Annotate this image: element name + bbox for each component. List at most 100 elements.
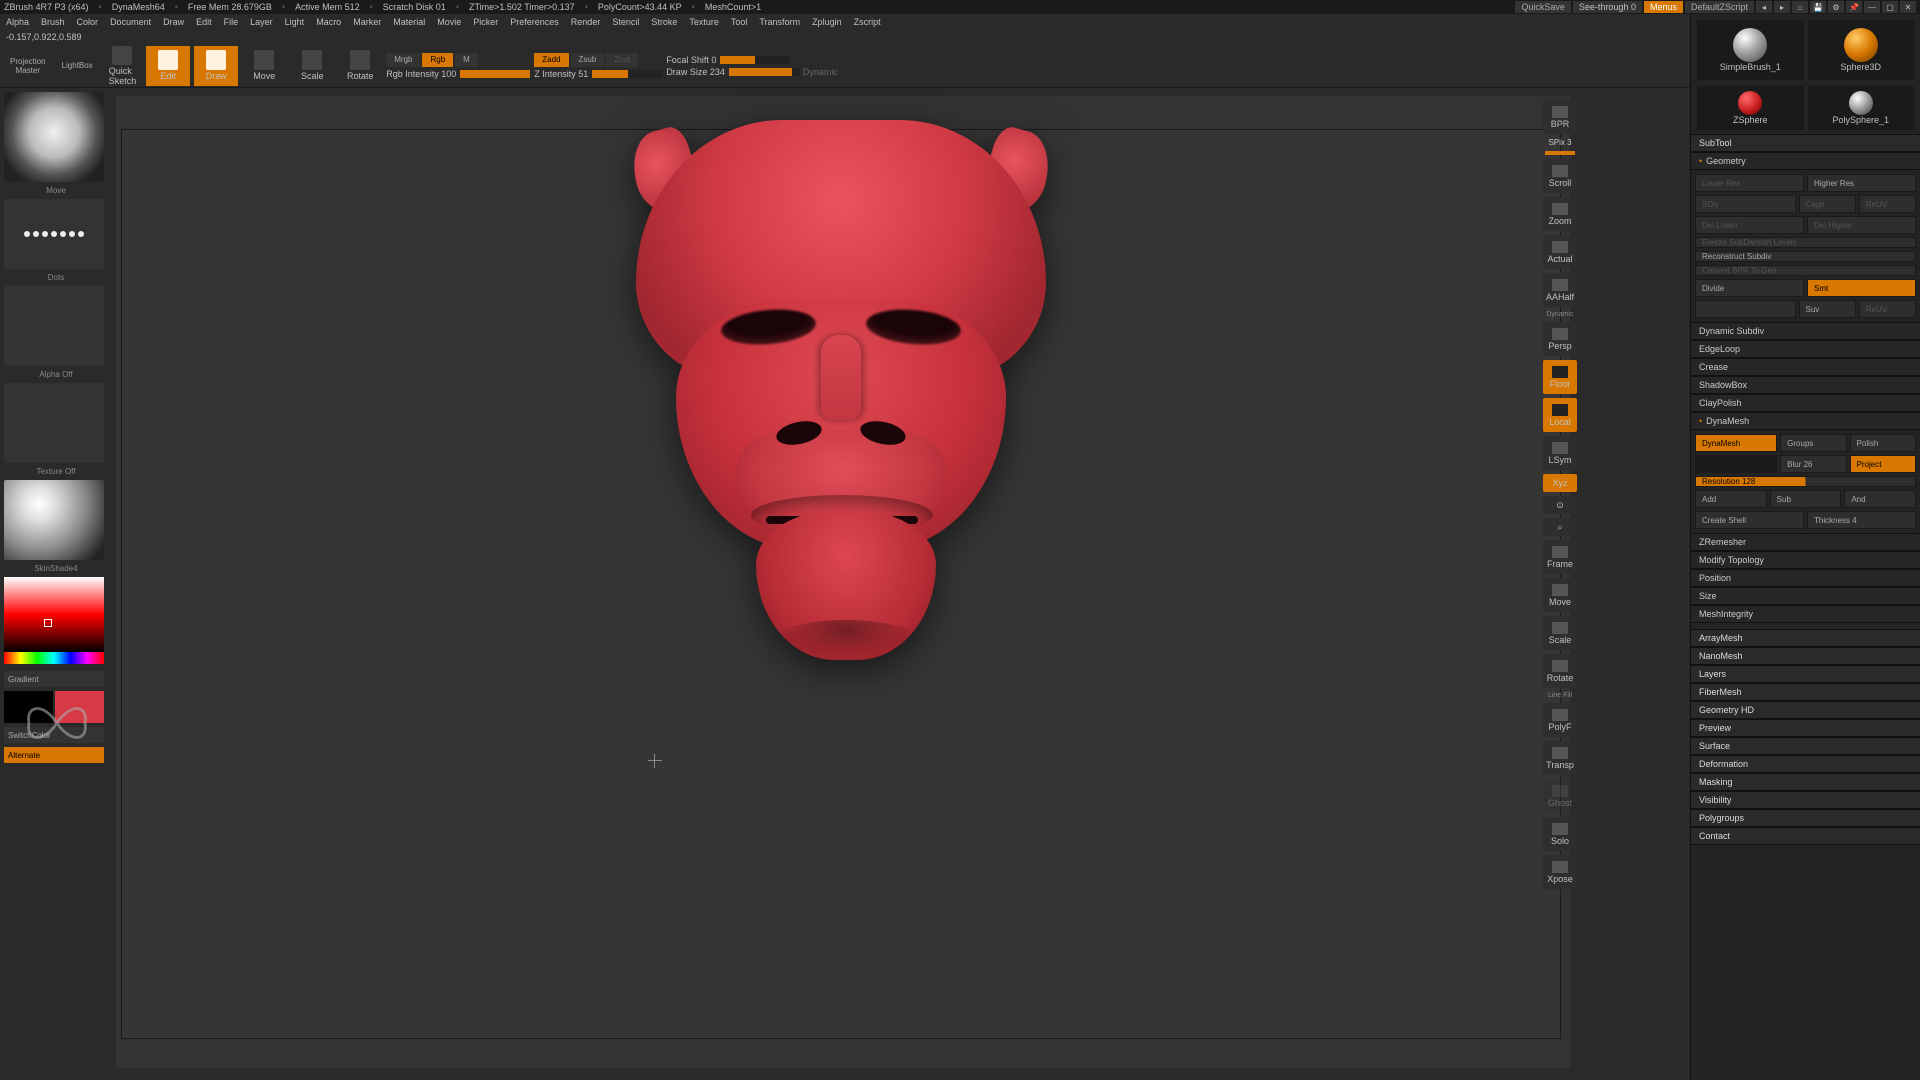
smt-button[interactable]: Smt <box>1807 279 1916 297</box>
rgb-button[interactable]: Rgb <box>422 53 453 67</box>
deformation-header[interactable]: Deformation <box>1691 755 1920 773</box>
menu-texture[interactable]: Texture <box>689 17 719 27</box>
position-header[interactable]: Position <box>1691 569 1920 587</box>
xpose-button[interactable]: Xpose <box>1543 855 1577 889</box>
arraymesh-header[interactable]: ArrayMesh <box>1691 629 1920 647</box>
size-header[interactable]: Size <box>1691 587 1920 605</box>
frame-button[interactable]: Frame <box>1543 540 1577 574</box>
menu-movie[interactable]: Movie <box>437 17 461 27</box>
color-handle[interactable] <box>44 619 52 627</box>
modify-topology-header[interactable]: Modify Topology <box>1691 551 1920 569</box>
zsub-button[interactable]: Zsub <box>571 53 605 67</box>
scroll-button[interactable]: Scroll <box>1543 159 1577 193</box>
menu-alpha[interactable]: Alpha <box>6 17 29 27</box>
project-button[interactable]: Project <box>1850 455 1916 473</box>
nav-move-button[interactable]: Move <box>1543 578 1577 612</box>
del-lower-button[interactable]: Del Lower <box>1695 216 1804 234</box>
del-higher-button[interactable]: Del Higher <box>1807 216 1916 234</box>
menu-zscript[interactable]: Zscript <box>854 17 881 27</box>
menu-material[interactable]: Material <box>393 17 425 27</box>
quick-sketch-button[interactable]: Quick Sketch <box>103 46 143 86</box>
menu-document[interactable]: Document <box>110 17 151 27</box>
freeze-subdiv-button[interactable]: Freeze SubDivision Levels <box>1695 237 1916 248</box>
visibility-header[interactable]: Visibility <box>1691 791 1920 809</box>
reconstruct-subdiv-button[interactable]: Reconstruct Subdiv <box>1695 251 1916 262</box>
focal-shift[interactable]: Focal Shift 0 <box>666 55 716 65</box>
close-icon[interactable]: ✕ <box>1900 1 1916 13</box>
bpr-button[interactable]: BPR <box>1543 100 1577 134</box>
nav-rotate-button[interactable]: Rotate <box>1543 654 1577 688</box>
z-intensity-slider[interactable] <box>592 70 662 78</box>
menu-preferences[interactable]: Preferences <box>510 17 559 27</box>
mrgb-button[interactable]: Mrgb <box>386 53 420 67</box>
edgeloop-header[interactable]: EdgeLoop <box>1691 340 1920 358</box>
brush-thumbnail[interactable] <box>4 92 104 182</box>
floor-button[interactable]: Floor <box>1543 360 1577 394</box>
arrow-left-icon[interactable]: ◂ <box>1756 1 1772 13</box>
hue-strip[interactable] <box>4 652 104 664</box>
dynamesh-header[interactable]: DynaMesh <box>1691 412 1920 430</box>
dynamic-subdiv-header[interactable]: Dynamic Subdiv <box>1691 322 1920 340</box>
solo-button[interactable]: Solo <box>1543 817 1577 851</box>
menu-picker[interactable]: Picker <box>473 17 498 27</box>
higher-res-button[interactable]: Higher Res <box>1807 174 1916 192</box>
lsym-button[interactable]: LSym <box>1543 436 1577 470</box>
xyz-button[interactable]: Xyz <box>1543 474 1577 492</box>
persp-button[interactable]: Persp <box>1543 322 1577 356</box>
reuv-button[interactable]: ReUV <box>1859 195 1916 213</box>
canvas[interactable] <box>116 88 1570 1068</box>
zcut-button[interactable]: Zcut <box>606 53 638 67</box>
alpha-thumbnail[interactable] <box>4 286 104 366</box>
menu-layer[interactable]: Layer <box>250 17 273 27</box>
polyf-button[interactable]: PolyF <box>1543 703 1577 737</box>
edit-button[interactable]: Edit <box>146 46 190 86</box>
tool-thumb-2[interactable]: Sphere3D <box>1808 20 1915 80</box>
suv-button[interactable]: Suv <box>1799 300 1856 318</box>
claypolish-header[interactable]: ClayPolish <box>1691 394 1920 412</box>
quicksave-button[interactable]: QuickSave <box>1515 1 1571 13</box>
dynamic-toggle[interactable]: Dynamic <box>803 67 838 77</box>
menu-light[interactable]: Light <box>285 17 305 27</box>
polish-button[interactable]: Polish <box>1850 434 1916 452</box>
magnify-button[interactable]: ⌕ <box>1543 518 1577 536</box>
actual-button[interactable]: Actual <box>1543 235 1577 269</box>
drawsize-slider[interactable] <box>729 68 799 76</box>
menu-stencil[interactable]: Stencil <box>612 17 639 27</box>
reuv2-button[interactable]: ReUV <box>1859 300 1916 318</box>
menu-marker[interactable]: Marker <box>353 17 381 27</box>
center-button[interactable]: ⊙ <box>1543 496 1577 514</box>
material-thumbnail[interactable] <box>4 480 104 560</box>
divide-button[interactable]: Divide <box>1695 279 1804 297</box>
menu-zplugin[interactable]: Zplugin <box>812 17 842 27</box>
rgb-intensity[interactable]: Rgb Intensity 100 <box>386 69 456 79</box>
subtool-header[interactable]: SubTool <box>1691 134 1920 152</box>
tool-thumb-1[interactable]: SimpleBrush_1 <box>1697 20 1804 80</box>
menu-draw[interactable]: Draw <box>163 17 184 27</box>
local-button[interactable]: Local <box>1543 398 1577 432</box>
gradient-button[interactable]: Gradient <box>4 671 104 687</box>
scale-button[interactable]: Scale <box>290 46 334 86</box>
resolution-slider[interactable]: Resolution 128 <box>1695 476 1916 487</box>
lightbox-button[interactable]: LightBox <box>56 46 99 86</box>
surface-header[interactable]: Surface <box>1691 737 1920 755</box>
menu-tool[interactable]: Tool <box>731 17 748 27</box>
sub-button[interactable]: Sub <box>1770 490 1842 508</box>
menus-button[interactable]: Menus <box>1644 1 1683 13</box>
spix-label[interactable]: SPix 3 <box>1548 138 1571 147</box>
maximize-icon[interactable]: ▢ <box>1882 1 1898 13</box>
sdiv-slider[interactable]: SDiv <box>1695 195 1796 213</box>
dynamesh-button[interactable]: DynaMesh <box>1695 434 1777 452</box>
add-button[interactable]: Add <box>1695 490 1767 508</box>
menu-brush[interactable]: Brush <box>41 17 65 27</box>
create-shell-button[interactable]: Create Shell <box>1695 511 1804 529</box>
ghost-button[interactable]: Ghost <box>1543 779 1577 813</box>
preview-header[interactable]: Preview <box>1691 719 1920 737</box>
color-picker[interactable] <box>4 577 104 667</box>
menu-transform[interactable]: Transform <box>759 17 800 27</box>
tool-thumb-4[interactable]: PolySphere_1 <box>1808 86 1915 130</box>
menu-color[interactable]: Color <box>77 17 99 27</box>
spix-slider[interactable] <box>1545 151 1575 155</box>
and-button[interactable]: And <box>1844 490 1916 508</box>
zadd-button[interactable]: Zadd <box>534 53 568 67</box>
aahalf-button[interactable]: AAHalf <box>1543 273 1577 307</box>
